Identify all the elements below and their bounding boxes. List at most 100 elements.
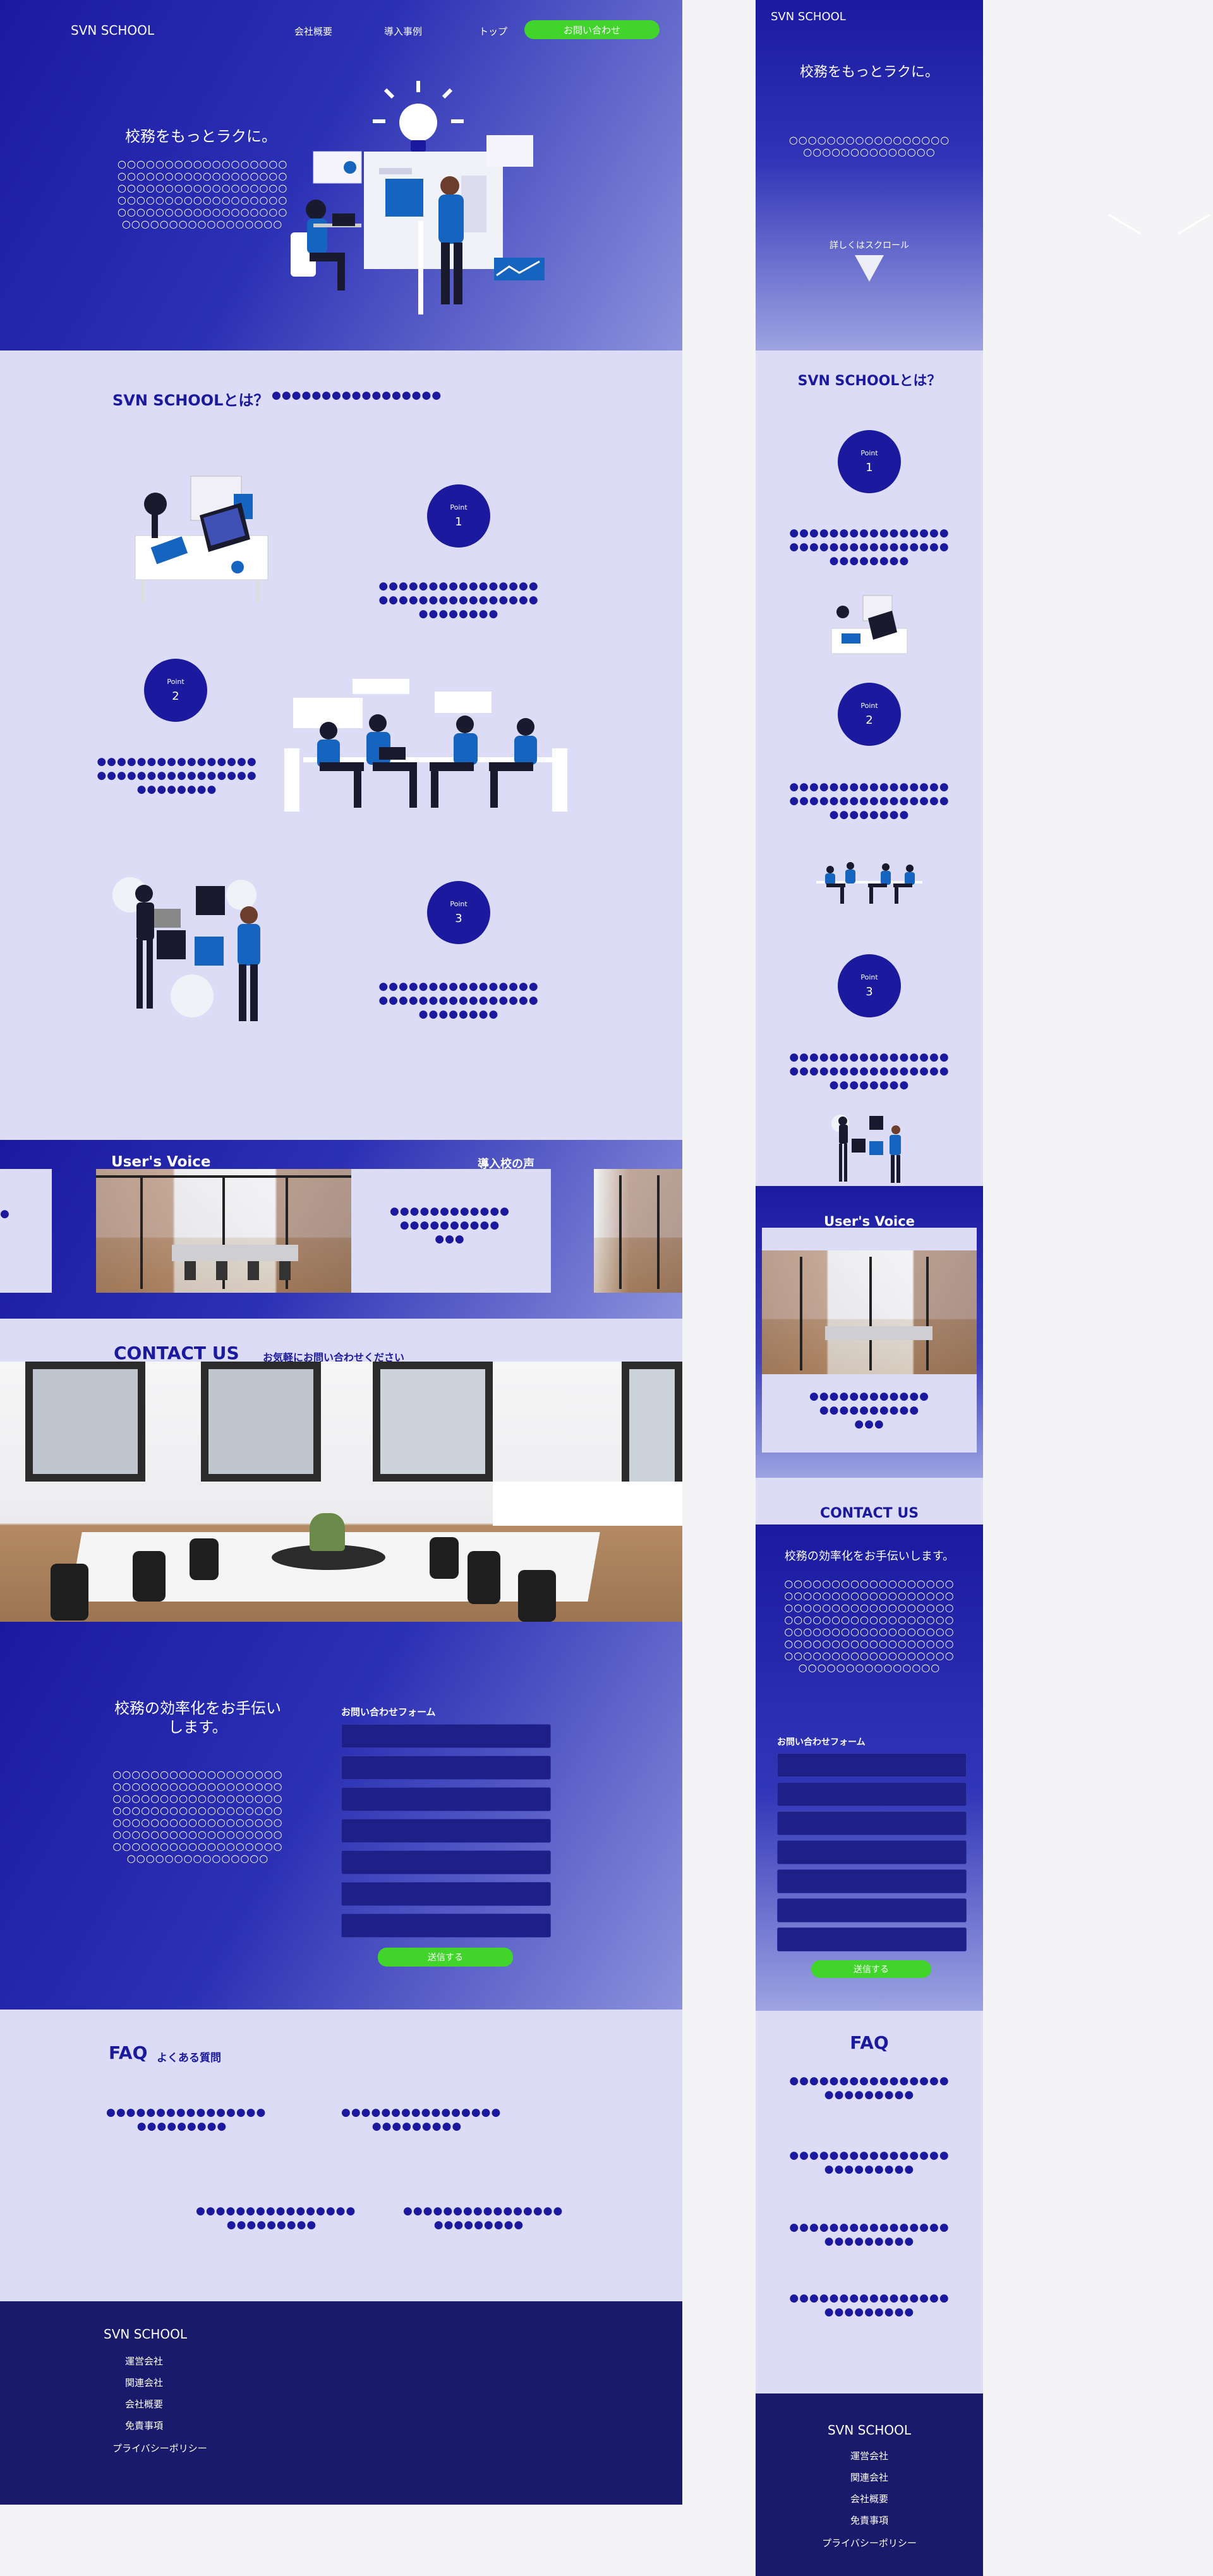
mobile-desk-illustration (831, 595, 908, 654)
form-field-3[interactable] (341, 1787, 551, 1811)
point-3-label: Point (450, 900, 468, 908)
voice-card-prev-text: ● (0, 1207, 10, 1220)
mobile-form-field-7[interactable] (777, 1927, 967, 1951)
mobile-faq-item-3[interactable]: ●●●●●●●●●●●●●●●● ●●●●●●●●● (756, 2220, 983, 2248)
voice-section: User's Voice 導入校の声 ● ●●●●●●●●●●●● ●●●●●●… (0, 1140, 682, 1319)
mobile-footer-link-privacy[interactable]: プライバシーポリシー (756, 2536, 983, 2549)
mobile-point-1-text: ●●●●●●●●●●●●●●●● ●●●●●●●●●●●●●●●● ●●●●●●… (789, 527, 950, 567)
mobile-footer-link-company[interactable]: 会社概要 (756, 2492, 983, 2505)
hero-body: ○○○○○○○○○○○○○○○○○○ ○○○○○○○○○○○○○○○○○○ ○○… (118, 158, 288, 230)
mobile-faq-item-4[interactable]: ●●●●●●●●●●●●●●●● ●●●●●●●●● (756, 2291, 983, 2319)
point-3-text: ●●●●●●●●●●●●●●●● ●●●●●●●●●●●●●●●● ●●●●●●… (378, 980, 539, 1021)
faq-item-2[interactable]: ●●●●●●●●●●●●●●●● ●●●●●●●●● (341, 2106, 500, 2133)
form-field-2[interactable] (341, 1756, 551, 1780)
mobile-form-field-3[interactable] (777, 1811, 967, 1835)
mobile-form-field-2[interactable] (777, 1782, 967, 1806)
mobile-hero-body: ○○○○○○○○○○○○○○○○○ ○○○○○○○○○○○○○○ (788, 134, 950, 158)
mobile-point-1-number: 1 (866, 461, 873, 474)
point-1-badge: Point 1 (427, 484, 490, 548)
hero-title: 校務をもっとラクに。 (125, 128, 277, 145)
form-field-6[interactable] (341, 1882, 551, 1906)
contact-title: CONTACT US (114, 1343, 239, 1363)
mobile-footer: SVN SCHOOL 運営会社 関連会社 会社概要 免責事項 プライバシーポリシ… (756, 2393, 983, 2576)
hero-illustration (291, 81, 545, 315)
nav-link-cases[interactable]: 導入事例 (384, 25, 422, 38)
desktop-view: SVN SCHOOL 会社概要 導入事例 トップ お問い合わせ 校務をもっとラク… (0, 0, 682, 2505)
faq-section: FAQ よくある質問 ●●●●●●●●●●●●●●●● ●●●●●●●●● ●●… (0, 2010, 682, 2301)
faq-title: FAQ (109, 2042, 148, 2063)
point-1-text: ●●●●●●●●●●●●●●●● ●●●●●●●●●●●●●●●● ●●●●●●… (378, 580, 539, 620)
submit-button[interactable]: 送信する (378, 1948, 513, 1967)
mobile-contact-title: CONTACT US (819, 1506, 919, 1521)
point-2-text: ●●●●●●●●●●●●●●●● ●●●●●●●●●●●●●●●● ●●●●●●… (97, 755, 257, 796)
mobile-form-title: お問い合わせフォーム (777, 1737, 866, 1747)
contact-cta-button[interactable]: お問い合わせ (524, 20, 660, 39)
mobile-faq-title: FAQ (850, 2032, 889, 2053)
contact-lead: 校務の効率化をお手伝いします。 (114, 1699, 281, 1736)
footer-link-affiliates[interactable]: 関連会社 (125, 2376, 163, 2389)
mobile-form-field-6[interactable] (777, 1898, 967, 1922)
mobile-logo[interactable]: SVN SCHOOL (771, 10, 846, 23)
form-field-5[interactable] (341, 1850, 551, 1874)
mobile-voice: User's Voice ●●●●●●●●●●●● ●●●●●●●●●● ●●● (756, 1186, 983, 1478)
mobile-voice-title: User's Voice (824, 1214, 915, 1229)
voice-card-prev[interactable]: ● (0, 1169, 52, 1293)
mobile-voice-card[interactable]: ●●●●●●●●●●●● ●●●●●●●●●● ●●● (762, 1228, 977, 1453)
about-section: SVN SCHOOLとは？ ●●●●●●●●●●●●●●●●● Point 1 (0, 350, 682, 1140)
form-field-4[interactable] (341, 1819, 551, 1843)
footer-link-disclaimer[interactable]: 免責事項 (125, 2419, 163, 2432)
faq-item-3[interactable]: ●●●●●●●●●●●●●●●● ●●●●●●●●● (196, 2204, 355, 2232)
meeting-room-photo (0, 1362, 682, 1622)
site-logo[interactable]: SVN SCHOOL (71, 23, 154, 38)
page: SVN SCHOOL 会社概要 導入事例 トップ お問い合わせ 校務をもっとラク… (0, 0, 1213, 2576)
contact-heading-band: CONTACT US お気軽にお問い合わせください (0, 1319, 682, 1363)
form-field-7[interactable] (341, 1914, 551, 1938)
mobile-voice-text: ●●●●●●●●●●●● ●●●●●●●●●● ●●● (809, 1390, 929, 1430)
footer-link-company[interactable]: 会社概要 (125, 2397, 163, 2411)
mobile-hero-title: 校務をもっとラクに。 (799, 64, 939, 80)
voice-card[interactable]: ●●●●●●●●●●●● ●●●●●●●●●● ●●● (96, 1169, 551, 1293)
mobile-faq-item-2[interactable]: ●●●●●●●●●●●●●●●● ●●●●●●●●● (756, 2148, 983, 2176)
mobile-about: SVN SCHOOLとは？ Point 1 ●●●●●●●●●●●●●●●● ●… (756, 350, 983, 1186)
mobile-footer-link-operator[interactable]: 運営会社 (756, 2449, 983, 2462)
puzzle-illustration (112, 877, 260, 1021)
mobile-contact-lead: 校務の効率化をお手伝いします。 (784, 1550, 955, 1563)
mobile-footer-link-disclaimer[interactable]: 免責事項 (756, 2513, 983, 2527)
mobile-form-field-5[interactable] (777, 1869, 967, 1893)
form-field-1[interactable] (341, 1724, 551, 1748)
faq-item-4[interactable]: ●●●●●●●●●●●●●●●● ●●●●●●●●● (403, 2204, 562, 2232)
voice-card-next[interactable] (594, 1169, 682, 1293)
mobile-footer-logo[interactable]: SVN SCHOOL (756, 2423, 983, 2438)
form-title: お問い合わせフォーム (341, 1706, 436, 1718)
point-2-number: 2 (172, 690, 179, 703)
footer-link-privacy[interactable]: プライバシーポリシー (112, 2441, 207, 2455)
mobile-submit-button[interactable]: 送信する (811, 1960, 931, 1978)
mobile-form-field-1[interactable] (777, 1753, 967, 1777)
decorative-chevron-icon (1109, 213, 1210, 235)
voice-card-text: ●●●●●●●●●●●● ●●●●●●●●●● ●●● (389, 1205, 510, 1245)
scroll-down-arrow-icon[interactable] (855, 255, 884, 282)
contact-body: ○○○○○○○○○○○○○○○○○○ ○○○○○○○○○○○○○○○○○○ ○○… (112, 1768, 283, 1864)
nav-link-top[interactable]: トップ (479, 25, 507, 38)
point-3-number: 3 (455, 912, 462, 925)
footer-link-operator[interactable]: 運営会社 (125, 2354, 163, 2368)
mobile-point-3-text: ●●●●●●●●●●●●●●●● ●●●●●●●●●●●●●●●● ●●●●●●… (789, 1051, 950, 1091)
mobile-footer-link-affiliates[interactable]: 関連会社 (756, 2471, 983, 2484)
mobile-faq-item-1[interactable]: ●●●●●●●●●●●●●●●● ●●●●●●●●● (756, 2074, 983, 2102)
footer-logo[interactable]: SVN SCHOOL (104, 2327, 187, 2342)
mobile-hero: SVN SCHOOL 校務をもっとラクに。 ○○○○○○○○○○○○○○○○○ … (756, 0, 983, 350)
voice-title: User's Voice (111, 1154, 211, 1170)
mobile-about-title: SVN SCHOOLとは？ (797, 373, 941, 389)
lightbulb-icon (373, 81, 464, 152)
mobile-contact-form: 校務の効率化をお手伝いします。 ○○○○○○○○○○○○○○○○○○ ○○○○○… (756, 1525, 983, 2011)
desk-illustration (135, 476, 269, 602)
faq-item-1[interactable]: ●●●●●●●●●●●●●●●● ●●●●●●●●● (106, 2106, 265, 2133)
mobile-scroll-hint[interactable]: 詳しくはスクロール (756, 239, 983, 251)
mobile-point-2-badge: Point 2 (838, 683, 901, 746)
mobile-point-3-badge: Point 3 (838, 954, 901, 1017)
faq-subtitle: よくある質問 (157, 2052, 221, 2064)
mobile-form-field-4[interactable] (777, 1840, 967, 1864)
mobile-point-1-label: Point (860, 449, 878, 457)
nav-link-company[interactable]: 会社概要 (294, 25, 332, 38)
mobile-voice-photo (762, 1250, 977, 1374)
